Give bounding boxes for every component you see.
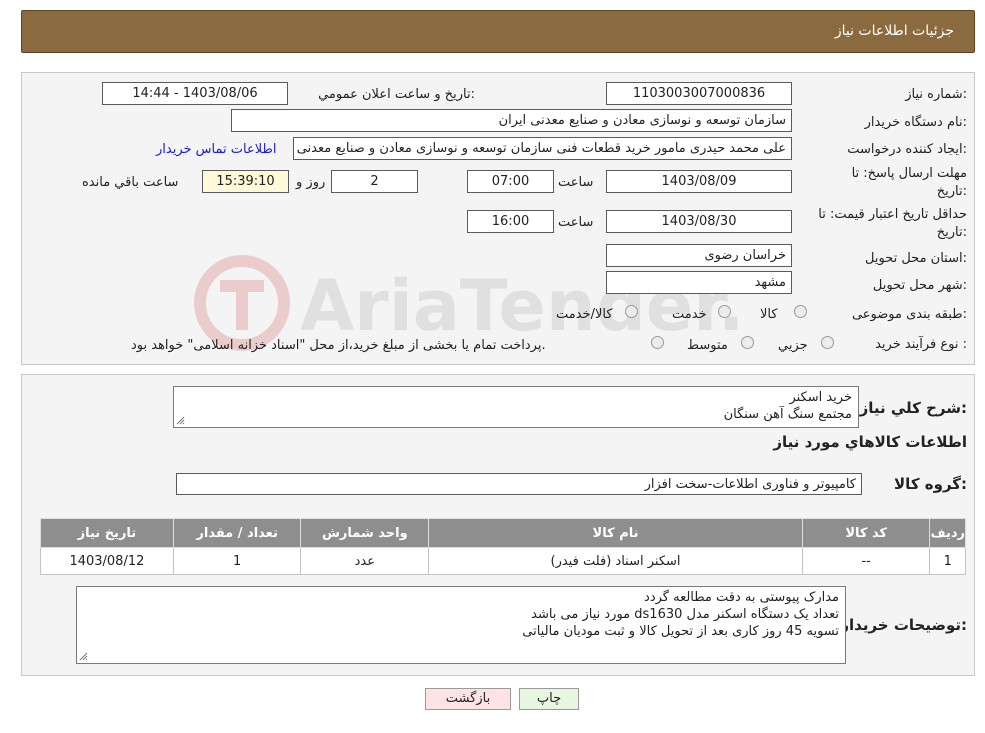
deadline-date-field: 1403/08/09 <box>606 170 792 193</box>
need-summary-textarea[interactable]: خرید اسکنر مجتمع سنگ آهن سنگان <box>173 386 859 428</box>
col-quantity: تعداد / مقدار <box>172 518 302 548</box>
category-goods-label: کالا <box>760 307 778 322</box>
deadline-label: مهلت ارسال پاسخ: تا <box>851 166 967 181</box>
announce-datetime-label: تاريخ و ساعت اعلان عمومي: <box>318 87 475 102</box>
cell-need-date: 1403/08/12 <box>40 547 174 575</box>
process-type-label: نوع فرآيند خريد : <box>875 337 967 352</box>
table-row: 1 -- اسکنر اسناد (فلت فیدر) عدد 1 1403/0… <box>40 547 966 575</box>
buyer-notes-line-1: مدارک پیوستی به دقت مطالعه گردد <box>644 590 839 605</box>
city-label: شهر محل تحويل: <box>872 278 967 293</box>
deadline-label-date: تاريخ: <box>936 184 967 199</box>
process-minor-radio[interactable] <box>821 336 834 349</box>
category-goods-radio[interactable] <box>794 305 807 318</box>
buyer-org-field: سازمان توسعه و نوسازی معادن و صنایع معدن… <box>231 109 792 132</box>
print-button[interactable]: چاپ <box>519 688 579 710</box>
goods-group-field: کامپیوتر و فناوری اطلاعات-سخت افزار <box>176 473 862 495</box>
need-number-label: شماره نياز: <box>905 87 967 102</box>
need-summary-line-2: مجتمع سنگ آهن سنگان <box>723 407 852 422</box>
goods-table: رديف کد کالا نام کالا واحد شمارش تعداد /… <box>40 518 966 575</box>
deadline-time-label: ساعت <box>558 175 594 190</box>
need-summary-label: شرح کلي نياز: <box>859 399 967 417</box>
cell-quantity: 1 <box>172 547 302 575</box>
remaining-time-label: ساعت باقي مانده <box>82 175 179 190</box>
validity-label: حداقل تاريخ اعتبار قيمت: تا <box>818 207 967 222</box>
process-medium-label: متوسط <box>687 338 728 353</box>
treasury-note-radio[interactable] <box>651 336 664 349</box>
process-medium-radio[interactable] <box>741 336 754 349</box>
validity-time-label: ساعت <box>558 215 594 230</box>
buyer-notes-label: توضيحات خريدار: <box>840 616 967 634</box>
buyer-notes-line-3: تسویه 45 روز کاری بعد از تحویل کالا و ثب… <box>522 624 839 639</box>
buyer-notes-textarea[interactable]: مدارک پیوستی به دقت مطالعه گردد تعداد یک… <box>76 586 846 664</box>
col-need-date: تاريخ نياز <box>40 518 174 548</box>
treasury-note-text: پرداخت تمام يا بخشی از مبلغ خريد،از محل … <box>131 338 546 353</box>
cell-goods-name: اسکنر اسناد (فلت فیدر) <box>428 547 803 575</box>
col-row-number: رديف <box>929 518 966 548</box>
need-number-field: 1103003007000836 <box>606 82 792 105</box>
resize-grip-icon[interactable] <box>176 416 185 425</box>
remaining-time-field: 15:39:10 <box>202 170 289 193</box>
page-title: جزئيات اطلاعات نياز <box>834 23 954 39</box>
buyer-contact-link[interactable]: اطلاعات تماس خريدار <box>156 142 276 157</box>
days-remaining-field: 2 <box>331 170 418 193</box>
col-unit: واحد شمارش <box>300 518 430 548</box>
validity-date-field: 1403/08/30 <box>606 210 792 233</box>
back-button[interactable]: بازگشت <box>425 688 511 710</box>
cell-unit: عدد <box>300 547 430 575</box>
validity-time-field: 16:00 <box>467 210 554 233</box>
goods-table-header-row: رديف کد کالا نام کالا واحد شمارش تعداد /… <box>40 518 966 548</box>
announce-datetime-field: 1403/08/06 - 14:44 <box>102 82 288 105</box>
process-minor-label: جزيي <box>778 338 808 353</box>
province-label: استان محل تحويل: <box>865 251 967 266</box>
goods-section-title: اطلاعات کالاهاي مورد نياز <box>773 433 967 451</box>
creator-field: علی محمد حیدری مامور خرید قطعات فنی سازم… <box>293 137 792 160</box>
col-goods-name: نام کالا <box>428 518 803 548</box>
cell-goods-code: -- <box>801 547 931 575</box>
validity-label-date: تاريخ: <box>936 225 967 240</box>
city-field: مشهد <box>606 271 792 294</box>
buyer-org-label: نام دستگاه خريدار: <box>864 115 967 130</box>
page-header-bar: جزئيات اطلاعات نياز <box>21 10 975 53</box>
province-field: خراسان رضوی <box>606 244 792 267</box>
category-service-label: خدمت <box>672 307 707 322</box>
need-summary-line-1: خرید اسکنر <box>789 390 852 405</box>
col-goods-code: کد کالا <box>801 518 931 548</box>
days-label: روز و <box>296 175 326 190</box>
category-goods-service-label: کالا/خدمت <box>556 307 613 322</box>
cell-row-number: 1 <box>929 547 966 575</box>
buyer-notes-line-2: تعداد یک دستگاه اسکنر مدل ds1630 مورد نی… <box>531 607 839 622</box>
category-label: طبقه بندی موضوعی: <box>851 307 967 322</box>
category-service-radio[interactable] <box>718 305 731 318</box>
deadline-time-field: 07:00 <box>467 170 554 193</box>
goods-group-label: گروه کالا: <box>894 475 967 493</box>
resize-grip-icon[interactable] <box>79 652 88 661</box>
creator-label: ايجاد کننده درخواست: <box>847 142 967 157</box>
category-goods-service-radio[interactable] <box>625 305 638 318</box>
